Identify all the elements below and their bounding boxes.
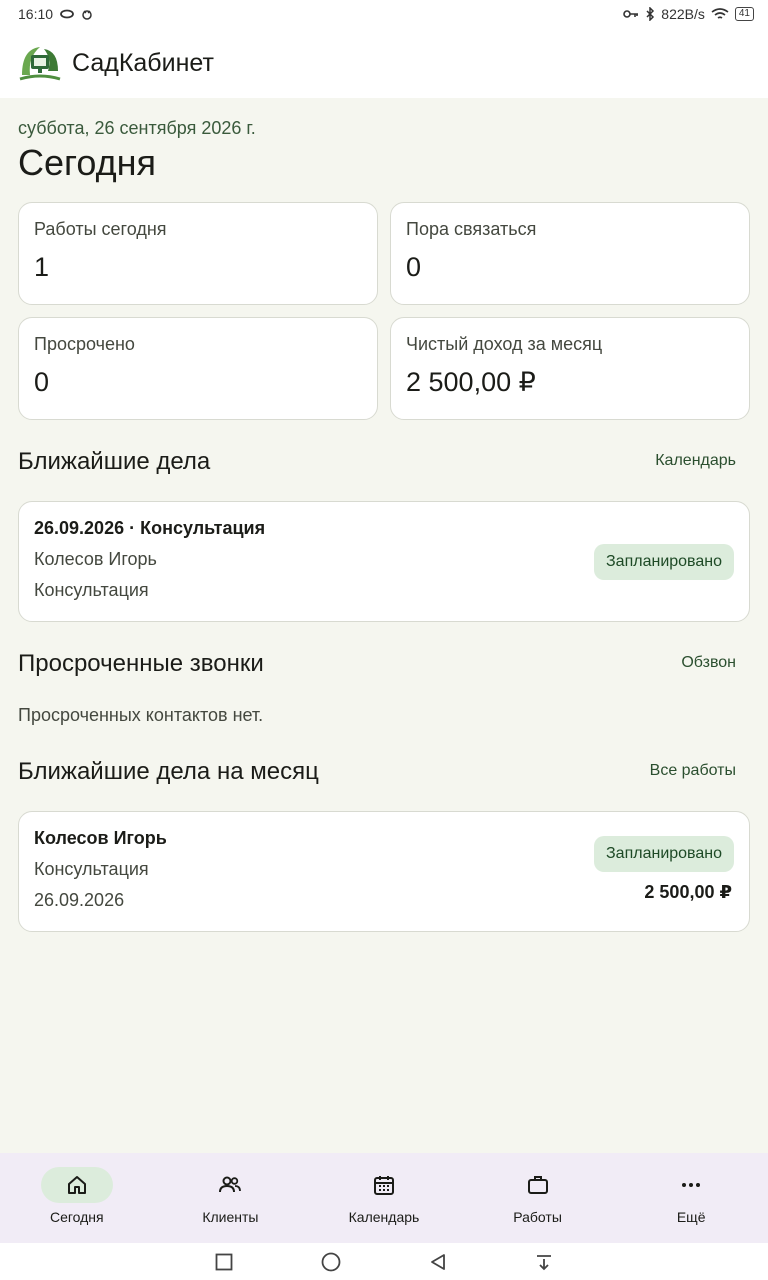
app-title: СадКабинет — [72, 48, 214, 77]
section-title-month: Ближайшие дела на месяц — [18, 758, 319, 785]
stat-value: 0 — [34, 367, 50, 397]
nav-item-today[interactable]: Сегодня — [0, 1153, 154, 1243]
network-speed: 822B/s — [661, 6, 705, 22]
nav-item-more[interactable]: Ещё — [614, 1153, 768, 1243]
more-icon — [682, 1183, 701, 1187]
nav-item-calendar[interactable]: Календарь — [307, 1153, 461, 1243]
stat-label: Работы сегодня — [34, 219, 167, 239]
stat-label: Чистый доход за месяц — [406, 334, 603, 354]
status-time: 16:10 — [18, 6, 54, 22]
stat-value: 2 500,00 ₽ — [406, 367, 536, 397]
nav-item-jobs[interactable]: Работы — [461, 1153, 615, 1243]
nav-label: Ещё — [676, 1209, 706, 1225]
system-navigation-bar — [0, 1243, 768, 1280]
notification-pull-icon[interactable] — [535, 1253, 553, 1271]
bug-icon — [82, 10, 92, 20]
nav-item-clients[interactable]: Клиенты — [154, 1153, 308, 1243]
wifi-icon — [711, 8, 729, 19]
nav-label: Календарь — [348, 1209, 420, 1225]
stat-value: 1 — [34, 252, 50, 282]
stat-label: Пора связаться — [406, 219, 537, 239]
nav-label: Клиенты — [202, 1209, 259, 1225]
job-service: Консультация — [34, 580, 149, 600]
back-icon[interactable] — [429, 1253, 447, 1271]
nav-label: Сегодня — [49, 1209, 104, 1225]
app-bar: СадКабинет — [0, 28, 768, 98]
upcoming-job-card[interactable]: 26.09.2026 · Консультация Колесов Игорь … — [18, 501, 750, 622]
people-icon — [219, 1176, 242, 1193]
status-badge: Запланировано — [594, 544, 734, 580]
stat-value: 0 — [406, 252, 422, 282]
battery-indicator: 41 — [734, 7, 754, 21]
status-badge: Запланировано — [594, 836, 734, 872]
stat-card-overdue[interactable]: Просрочено 0 — [18, 317, 378, 420]
briefcase-icon — [527, 1176, 548, 1194]
calendar-link[interactable]: Календарь — [655, 452, 736, 470]
job-amount: 2 500,00 ₽ — [644, 882, 732, 902]
job-date: 26.09.2026 — [34, 890, 125, 910]
nav-label: Работы — [513, 1209, 562, 1225]
current-date: суббота, 26 сентября 2026 г. — [18, 118, 256, 138]
section-title-upcoming: Ближайшие дела — [18, 448, 211, 475]
section-title-overdue: Просроченные звонки — [18, 650, 264, 677]
bluetooth-icon — [646, 7, 655, 21]
stat-label: Просрочено — [34, 334, 135, 354]
all-jobs-link[interactable]: Все работы — [650, 762, 736, 780]
empty-overdue-text: Просроченных контактов нет. — [18, 705, 264, 725]
key-icon — [623, 10, 639, 18]
bottom-navigation: Сегодня Клиенты Календарь Работы Ещё — [0, 1153, 768, 1243]
page-title: Сегодня — [18, 142, 156, 183]
app-logo-icon — [19, 47, 61, 81]
infinity-icon — [60, 9, 74, 19]
call-list-link[interactable]: Обзвон — [681, 654, 736, 672]
home-button-icon[interactable] — [321, 1252, 341, 1272]
stat-card-net-income[interactable]: Чистый доход за месяц 2 500,00 ₽ — [390, 317, 750, 420]
recents-icon[interactable] — [215, 1253, 233, 1271]
month-job-card[interactable]: Колесов Игорь Консультация 26.09.2026 За… — [18, 811, 750, 932]
job-date-type: 26.09.2026 · Консультация — [34, 518, 266, 538]
stat-card-jobs-today[interactable]: Работы сегодня 1 — [18, 202, 378, 305]
stat-card-time-to-contact[interactable]: Пора связаться 0 — [390, 202, 750, 305]
home-icon — [67, 1176, 86, 1194]
status-bar: 16:10 822B/s 41 — [0, 0, 768, 28]
calendar-icon — [373, 1176, 394, 1195]
